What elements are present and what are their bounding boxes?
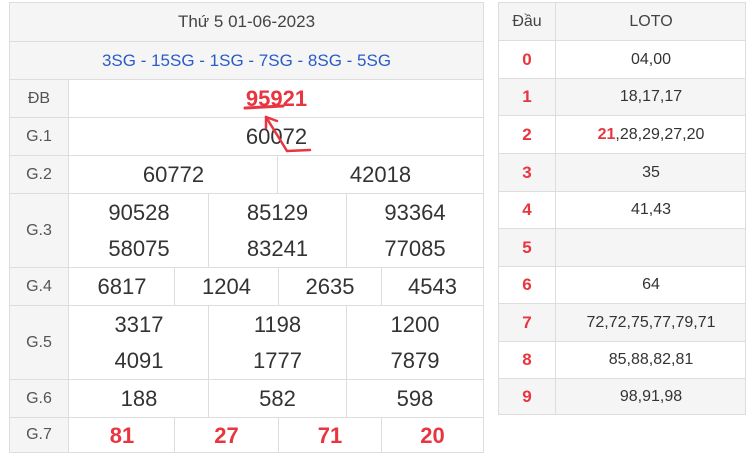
prize-number: 4543: [381, 268, 483, 305]
loto-row: 6 64: [499, 266, 745, 303]
loto-highlight: 21: [597, 125, 616, 143]
loto-row: 8 85,88,82,81: [499, 341, 745, 378]
loto-values: 18,17,17: [619, 88, 683, 105]
prize-label: G.5: [10, 306, 69, 379]
prize-row-g6: G.6 188 582 598: [10, 379, 483, 417]
prize-number: 71: [278, 418, 381, 453]
loto-table: Đầu LOTO 0 04,00 1 18,17,17 2 21,28,29,2…: [498, 2, 746, 415]
prize-number: 27: [174, 418, 278, 453]
prize-label: G.4: [10, 268, 69, 305]
prize-number: 77085: [346, 231, 483, 267]
prize-number: 1200: [346, 306, 483, 343]
prize-number: 42018: [277, 156, 483, 193]
draw-date: Thứ 5 01-06-2023: [10, 3, 483, 41]
loto-values: 41,43: [630, 201, 672, 218]
prize-number: 93364: [346, 194, 483, 231]
prize-number: 3317: [114, 311, 164, 337]
prize-label: ĐB: [10, 80, 69, 117]
loto-head-digit: 4: [499, 192, 556, 228]
prize-number: 598: [346, 380, 483, 417]
loto-head-digit: 2: [499, 116, 556, 153]
loto-row: 1 18,17,17: [499, 78, 745, 115]
prize-label: G.2: [10, 156, 69, 193]
loto-values: 35: [642, 163, 660, 181]
loto-head-digit: 8: [499, 342, 556, 378]
prize-number: 1204: [174, 268, 278, 305]
loto-head-digit: 3: [499, 154, 556, 191]
loto-header-row: Đầu LOTO: [499, 3, 745, 40]
prize-label: G.3: [10, 194, 69, 267]
prize-number: 85129: [208, 194, 346, 231]
prize-number: 20: [381, 418, 483, 453]
prize-number: 7879: [346, 343, 483, 379]
prize-number: 188: [120, 385, 158, 411]
prize-number: 90528: [108, 199, 170, 225]
special-prize-number: 95921: [245, 85, 308, 111]
prize-row-g2: G.2 60772 42018: [10, 155, 483, 193]
prize-number: 582: [208, 380, 346, 417]
loto-head-digit: 0: [499, 41, 556, 78]
loto-row: 3 35: [499, 153, 745, 191]
loto-row: 9 98,91,98: [499, 378, 745, 414]
loto-row: 2 21,28,29,27,20: [499, 115, 745, 153]
prize-number: 1198: [208, 306, 346, 343]
loto-head-digit: 5: [499, 229, 556, 266]
loto-values: ,28,29,27,20: [615, 125, 705, 143]
loto-row: 5: [499, 228, 745, 266]
prize-row-special: ĐB 95921: [10, 79, 483, 117]
loto-row: 0 04,00: [499, 40, 745, 78]
loto-head-digit: 7: [499, 304, 556, 341]
loto-head-digit: 9: [499, 379, 556, 414]
prize-number: 58075: [108, 236, 170, 261]
results-table: Thứ 5 01-06-2023 3SG - 15SG - 1SG - 7SG …: [9, 2, 484, 453]
prize-label: G.1: [10, 118, 69, 155]
loto-header-values: LOTO: [629, 12, 673, 30]
prize-number: 81: [109, 422, 135, 448]
prize-row-g1: G.1 60072: [10, 117, 483, 155]
prize-number: 6817: [97, 273, 147, 299]
loto-values: 98,91,98: [619, 387, 683, 405]
prize-label: G.6: [10, 380, 69, 417]
prize-number: 60772: [142, 161, 205, 187]
loto-row: 4 41,43: [499, 191, 745, 228]
loto-values: 64: [642, 276, 660, 293]
loto-values: 72,72,75,77,79,71: [586, 313, 716, 331]
prize-number: 2635: [278, 268, 381, 305]
prize-row-g3: G.3 90528 85129 93364 58075 83241 77085: [10, 193, 483, 267]
loto-head-digit: 1: [499, 79, 556, 115]
prize-number: 83241: [208, 231, 346, 267]
loto-values: 85,88,82,81: [608, 351, 694, 368]
prize-row-g7: G.7 81 27 71 20: [10, 417, 483, 453]
prize-row-g4: G.4 6817 1204 2635 4543: [10, 267, 483, 305]
loto-values: 04,00: [630, 50, 672, 68]
loto-head-digit: 6: [499, 267, 556, 303]
prize-row-g5: G.5 3317 1198 1200 4091 1777 7879: [10, 305, 483, 379]
loto-row: 7 72,72,75,77,79,71: [499, 303, 745, 341]
draw-codes: 3SG - 15SG - 1SG - 7SG - 8SG - 5SG: [10, 41, 483, 79]
prize-number: 4091: [114, 348, 164, 373]
prize-number: 1777: [208, 343, 346, 379]
prize-number: 60072: [245, 123, 308, 149]
prize-label: G.7: [10, 418, 69, 452]
loto-header-head: Đầu: [499, 3, 556, 40]
